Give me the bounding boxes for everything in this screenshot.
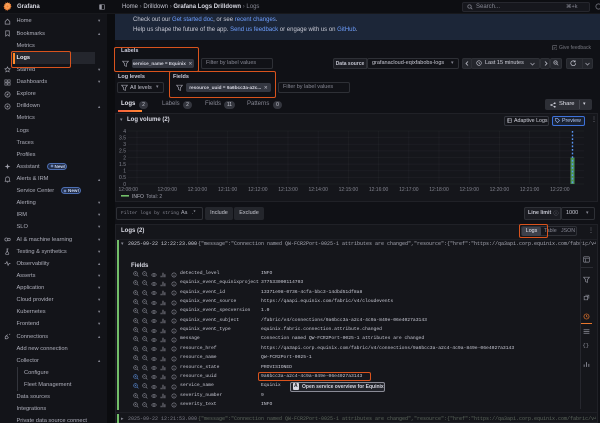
svg-text:12:16:00: 12:16:00: [369, 187, 389, 193]
svg-text:INFO: INFO: [132, 194, 144, 200]
svg-text:12:11:00: 12:11:00: [218, 187, 237, 193]
svg-text:3.5: 3.5: [119, 135, 126, 141]
svg-text:12:13:00: 12:13:00: [278, 187, 298, 193]
svg-text:2.5: 2.5: [119, 149, 126, 155]
svg-text:1: 1: [123, 169, 126, 175]
svg-text:1.5: 1.5: [119, 162, 126, 168]
svg-text:12:18:00: 12:18:00: [429, 187, 449, 193]
svg-text:12:17:00: 12:17:00: [399, 187, 419, 193]
svg-text:0.5: 0.5: [119, 175, 126, 181]
svg-text:12:14:00: 12:14:00: [308, 187, 328, 193]
svg-text:12:09:00: 12:09:00: [157, 187, 177, 193]
svg-text:Total: 2: Total: 2: [146, 194, 162, 200]
svg-text:2: 2: [123, 155, 126, 161]
svg-text:4: 4: [123, 129, 126, 135]
svg-text:12:10:00: 12:10:00: [188, 187, 208, 193]
svg-text:12:22:00: 12:22:00: [550, 187, 570, 193]
svg-text:12:08:00: 12:08:00: [119, 187, 139, 193]
svg-text:12:15:00: 12:15:00: [339, 187, 359, 193]
svg-text:3: 3: [123, 142, 126, 148]
svg-text:12:21:00: 12:21:00: [520, 187, 540, 193]
svg-text:12:19:00: 12:19:00: [459, 187, 479, 193]
svg-text:12:20:00: 12:20:00: [490, 187, 510, 193]
svg-text:12:12:00: 12:12:00: [248, 187, 268, 193]
